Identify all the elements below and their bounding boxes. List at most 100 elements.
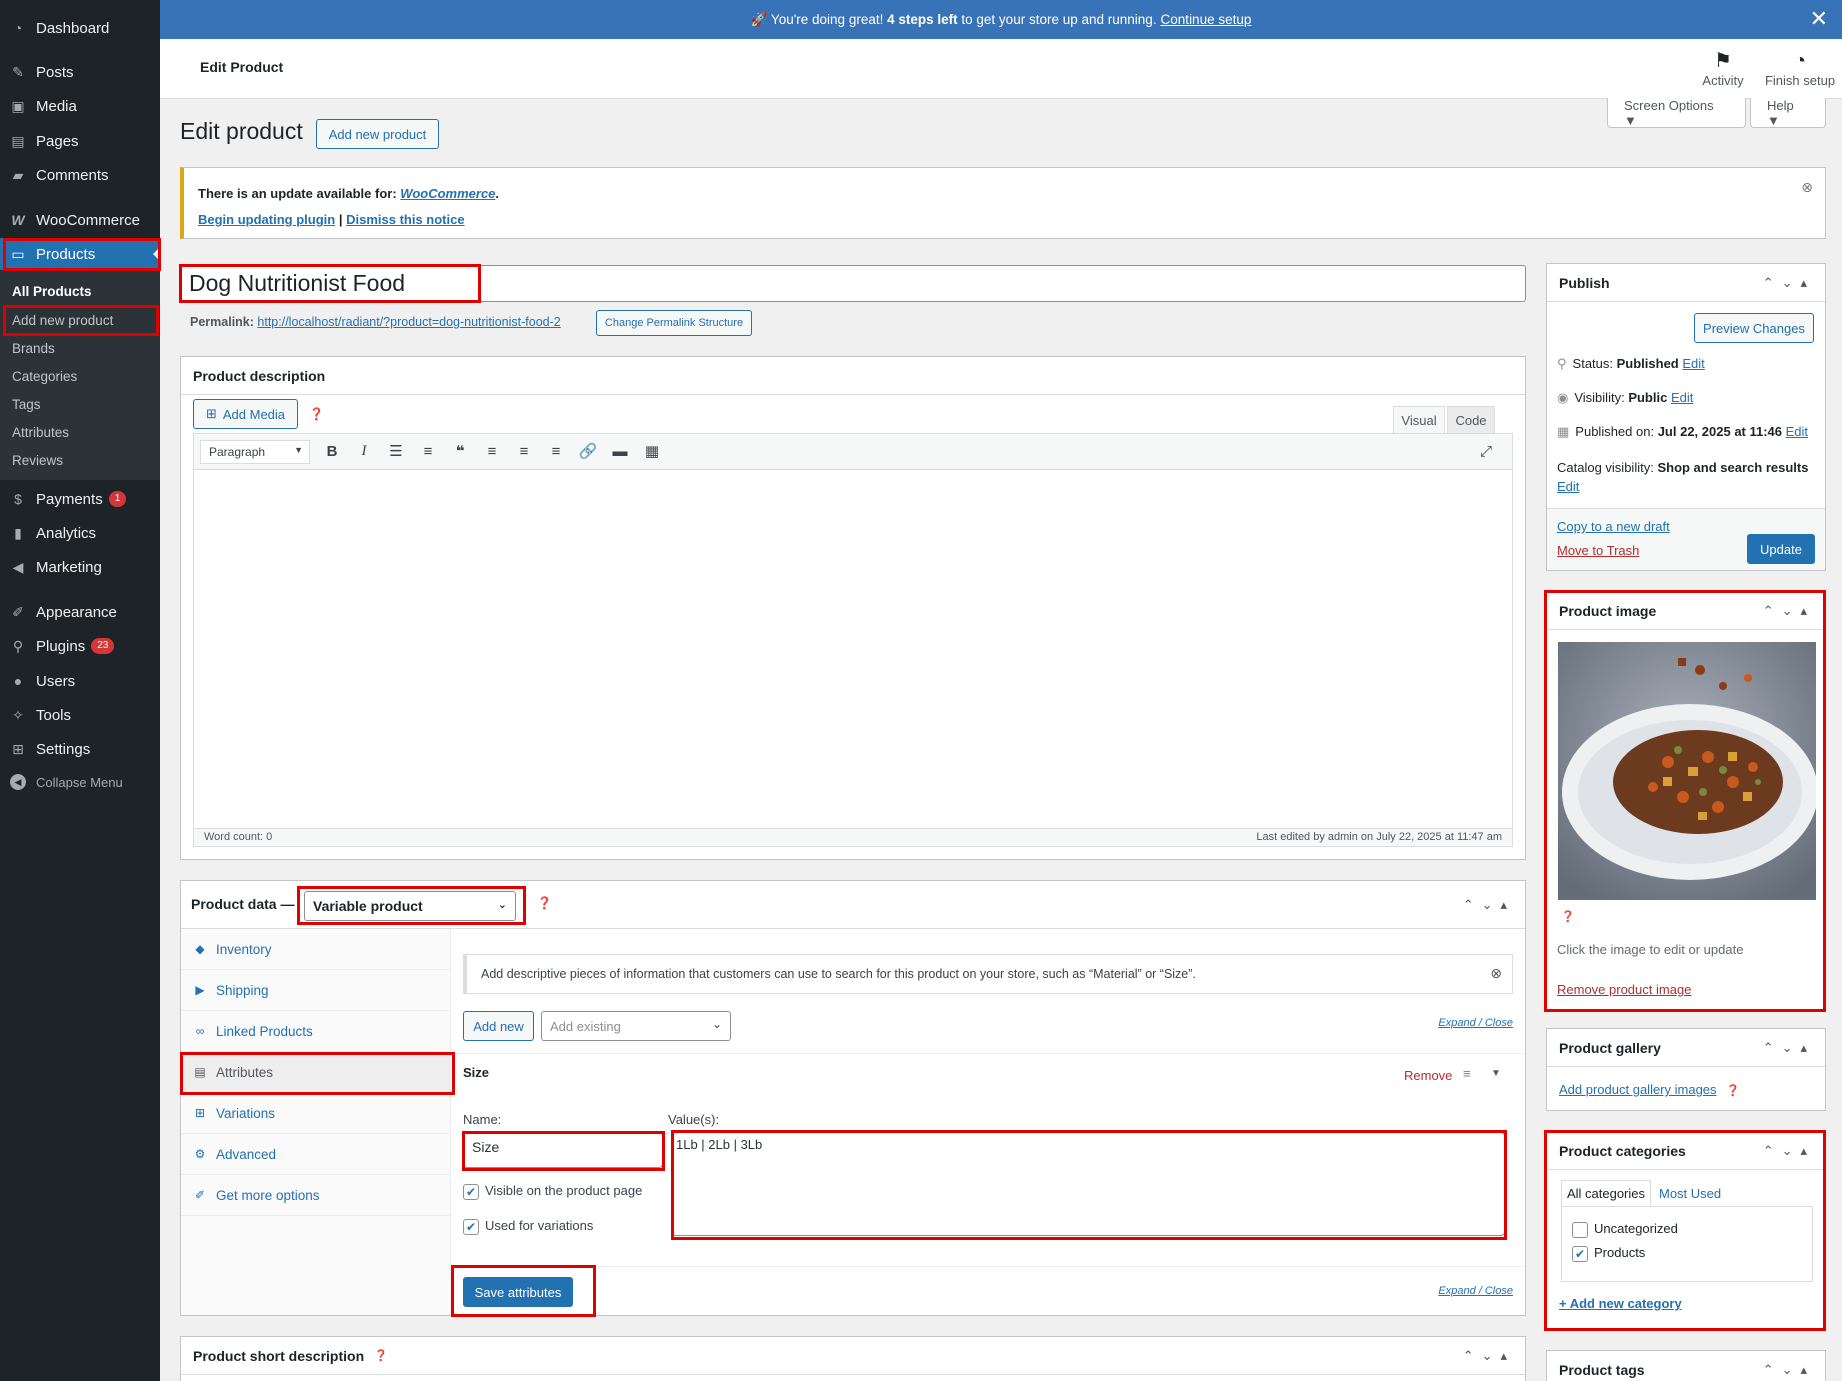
help-icon[interactable]: ❓ bbox=[1561, 910, 1575, 923]
add-new-attribute-button[interactable]: Add new bbox=[463, 1011, 534, 1041]
tab-inventory[interactable]: ◆ Inventory bbox=[181, 929, 451, 970]
menu-appearance[interactable]: ✐ Appearance bbox=[0, 596, 160, 628]
tab-code[interactable]: Code bbox=[1447, 406, 1495, 433]
submenu-attributes[interactable]: Attributes bbox=[12, 425, 69, 440]
tab-variations[interactable]: ⊞ Variations bbox=[181, 1093, 451, 1134]
copy-draft-link[interactable]: Copy to a new draft bbox=[1557, 519, 1670, 534]
category-uncategorized[interactable]: Uncategorized bbox=[1572, 1221, 1678, 1238]
submenu-add-new-product[interactable]: Add new product bbox=[12, 313, 113, 328]
product-image[interactable] bbox=[1558, 642, 1816, 900]
align-center-icon[interactable]: ≡ bbox=[508, 434, 540, 468]
preview-changes-button[interactable]: Preview Changes bbox=[1694, 313, 1814, 343]
drag-handle-icon[interactable]: ≡ bbox=[1463, 1066, 1471, 1081]
collapse-menu[interactable]: ◀ Collapse Menu bbox=[0, 769, 160, 795]
box-controls[interactable]: ⌃⌄▴ bbox=[1763, 1143, 1815, 1159]
menu-pages[interactable]: ▤ Pages bbox=[0, 125, 160, 157]
variations-checkbox-row[interactable]: ✔ Used for variations bbox=[463, 1218, 593, 1235]
checkbox[interactable] bbox=[1572, 1221, 1588, 1238]
submenu-tags[interactable]: Tags bbox=[12, 397, 41, 412]
menu-users[interactable]: ● Users bbox=[0, 665, 160, 697]
save-attributes-button[interactable]: Save attributes bbox=[463, 1277, 573, 1307]
tab-all-categories[interactable]: All categories bbox=[1561, 1180, 1651, 1206]
expand-close-link[interactable]: Expand / Close bbox=[1438, 1017, 1513, 1029]
check-icon[interactable]: ✔ bbox=[463, 1183, 479, 1200]
tab-attributes[interactable]: ▤ Attributes bbox=[181, 1052, 451, 1093]
menu-analytics[interactable]: ▮ Analytics bbox=[0, 517, 160, 549]
category-products[interactable]: ✔ Products bbox=[1572, 1245, 1645, 1262]
link-icon[interactable]: 🔗 bbox=[572, 434, 604, 468]
tab-shipping[interactable]: ▶ Shipping bbox=[181, 970, 451, 1011]
menu-payments[interactable]: $ Payments 1 bbox=[0, 483, 160, 515]
align-right-icon[interactable]: ≡ bbox=[540, 434, 572, 468]
submenu-reviews[interactable]: Reviews bbox=[12, 453, 63, 468]
continue-setup-link[interactable]: Continue setup bbox=[1161, 12, 1252, 27]
submenu-categories[interactable]: Categories bbox=[12, 369, 77, 384]
menu-posts[interactable]: ✎ Posts bbox=[0, 56, 160, 88]
read-more-icon[interactable]: ▬ bbox=[604, 434, 636, 468]
product-type-select[interactable]: Variable product ⌄ bbox=[304, 891, 516, 921]
numbered-list-icon[interactable]: ≡ bbox=[412, 434, 444, 468]
update-button[interactable]: Update bbox=[1747, 534, 1815, 564]
check-icon[interactable]: ✔ bbox=[1572, 1245, 1588, 1262]
help-icon[interactable]: ❓ bbox=[374, 1349, 388, 1362]
move-to-trash-link[interactable]: Move to Trash bbox=[1557, 543, 1639, 558]
tab-most-used[interactable]: Most Used bbox=[1659, 1186, 1721, 1201]
woocommerce-link[interactable]: WooCommerce bbox=[400, 186, 495, 201]
dismiss-notice-link[interactable]: Dismiss this notice bbox=[346, 212, 464, 227]
dismiss-icon[interactable]: ⊗ bbox=[1801, 179, 1813, 196]
bold-icon[interactable]: B bbox=[316, 434, 348, 468]
box-controls[interactable]: ⌃⌄▴ bbox=[1763, 1040, 1815, 1056]
menu-media[interactable]: ▣ Media bbox=[0, 90, 160, 122]
box-controls[interactable]: ⌃⌄▴ bbox=[1763, 275, 1815, 291]
add-media-button[interactable]: ⊞ Add Media bbox=[193, 399, 298, 429]
submenu-brands[interactable]: Brands bbox=[12, 341, 55, 356]
activity-button[interactable]: ⚑ Activity bbox=[1695, 49, 1751, 88]
attribute-values-textarea[interactable]: 1Lb | 2Lb | 3Lb bbox=[671, 1132, 1505, 1236]
help-icon[interactable]: ❓ bbox=[537, 896, 552, 910]
edit-status-link[interactable]: Edit bbox=[1682, 356, 1704, 371]
permalink-link[interactable]: http://localhost/radiant/?product=dog-nu… bbox=[257, 315, 560, 329]
change-permalink-button[interactable]: Change Permalink Structure bbox=[596, 310, 752, 336]
menu-products[interactable]: ▭ Products bbox=[0, 238, 160, 270]
format-select[interactable]: Paragraph ▼ bbox=[200, 440, 310, 464]
toggle-icon[interactable]: ▼ bbox=[1491, 1068, 1501, 1079]
product-title-input[interactable]: Dog Nutritionist Food bbox=[180, 265, 1526, 302]
remove-product-image-link[interactable]: Remove product image bbox=[1557, 982, 1691, 997]
add-gallery-images-link[interactable]: Add product gallery images bbox=[1559, 1082, 1717, 1097]
align-left-icon[interactable]: ≡ bbox=[476, 434, 508, 468]
box-controls[interactable]: ⌃⌄▴ bbox=[1763, 1362, 1815, 1378]
italic-icon[interactable]: I bbox=[348, 434, 380, 468]
add-new-category-link[interactable]: + Add new category bbox=[1559, 1296, 1682, 1311]
blockquote-icon[interactable]: ❝ bbox=[444, 434, 476, 468]
menu-settings[interactable]: ⊞ Settings bbox=[0, 733, 160, 765]
close-icon[interactable]: ✕ bbox=[1810, 8, 1828, 30]
menu-tools[interactable]: ✧ Tools bbox=[0, 699, 160, 731]
visible-checkbox-row[interactable]: ✔ Visible on the product page bbox=[463, 1183, 642, 1200]
toolbar-toggle-icon[interactable]: ▦ bbox=[636, 434, 668, 468]
close-icon[interactable]: ⊗ bbox=[1490, 965, 1502, 982]
add-existing-select[interactable]: Add existing ⌄ bbox=[541, 1011, 731, 1041]
box-controls[interactable]: ⌃⌄▴ bbox=[1463, 897, 1515, 913]
tab-advanced[interactable]: ⚙ Advanced bbox=[181, 1134, 451, 1175]
tab-get-more-options[interactable]: ✐ Get more options bbox=[181, 1175, 451, 1216]
fullscreen-icon[interactable]: ⤢ bbox=[1470, 434, 1502, 468]
edit-date-link[interactable]: Edit bbox=[1786, 424, 1808, 439]
finish-setup-button[interactable]: ◔ Finish setup bbox=[1763, 49, 1837, 88]
menu-dashboard[interactable]: ◔ Dashboard bbox=[0, 12, 160, 44]
menu-plugins[interactable]: ⚲ Plugins 23 bbox=[0, 630, 160, 662]
screen-options-button[interactable]: Screen Options ▼ bbox=[1607, 98, 1746, 128]
edit-visibility-link[interactable]: Edit bbox=[1671, 390, 1693, 405]
submenu-all-products[interactable]: All Products bbox=[12, 284, 92, 299]
help-icon[interactable]: ❓ bbox=[1726, 1085, 1740, 1097]
check-icon[interactable]: ✔ bbox=[463, 1218, 479, 1235]
help-icon[interactable]: ❓ bbox=[309, 407, 324, 421]
bullet-list-icon[interactable]: ☰ bbox=[380, 434, 412, 468]
add-new-product-button[interactable]: Add new product bbox=[316, 119, 439, 149]
box-controls[interactable]: ⌃⌄▴ bbox=[1763, 603, 1815, 619]
tab-visual[interactable]: Visual bbox=[1393, 406, 1445, 433]
remove-attribute-link[interactable]: Remove bbox=[1404, 1068, 1452, 1083]
menu-marketing[interactable]: ◀ Marketing bbox=[0, 551, 160, 583]
menu-woocommerce[interactable]: W WooCommerce bbox=[0, 204, 160, 236]
attribute-name-input[interactable]: Size bbox=[463, 1132, 663, 1168]
help-button[interactable]: Help ▼ bbox=[1750, 98, 1826, 128]
